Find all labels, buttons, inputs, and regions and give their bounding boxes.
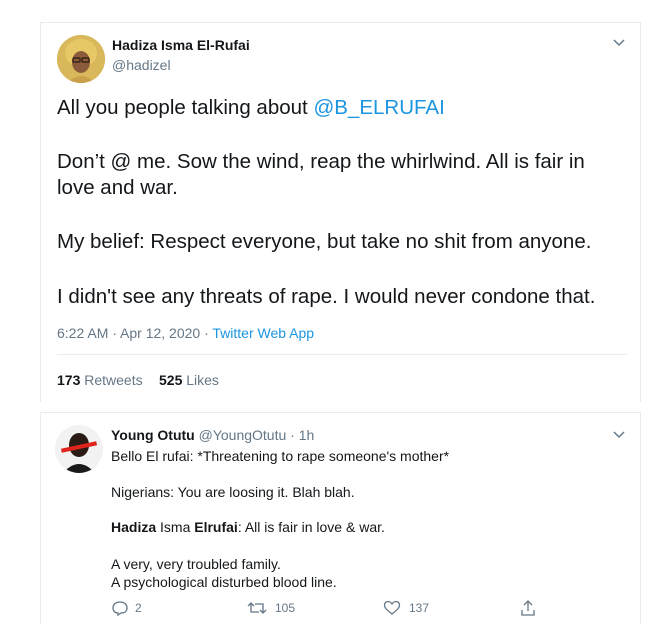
text-span: : All is fair in love & war. [237, 519, 385, 535]
retweets-count: 173 [57, 372, 81, 388]
mention-link[interactable]: @B_ELRUFAI [313, 96, 444, 119]
likes-label: Likes [186, 372, 219, 388]
retweet-icon [247, 600, 267, 616]
tweet-header: Young Otutu @YoungOtutu · 1h [111, 427, 314, 443]
retweets-label: Retweets [84, 372, 143, 388]
reply-action[interactable]: 2 [111, 600, 142, 616]
divider [57, 354, 627, 355]
likes-count: 525 [159, 372, 183, 388]
like-icon [383, 600, 401, 616]
tweet-timestamp: 6:22 AM · Apr 12, 2020 · Twitter Web App [57, 325, 314, 341]
bold-word-elrufai: Elrufai [194, 519, 238, 535]
author-name[interactable]: Young Otutu [111, 427, 195, 443]
retweet-action[interactable]: 105 [247, 600, 295, 616]
bold-word-hadiza: Hadiza [111, 519, 157, 535]
tweet-time[interactable]: · 1h [290, 427, 314, 443]
author-name[interactable]: Hadiza Isma El-Rufai [112, 37, 250, 53]
timestamp-text[interactable]: 6:22 AM · Apr 12, 2020 · [57, 325, 212, 341]
share-action[interactable] [519, 599, 537, 617]
like-action[interactable]: 137 [383, 600, 429, 616]
tweet-text-line5: I didn't see any threats of rape. I woul… [57, 285, 596, 308]
source-app-link[interactable]: Twitter Web App [212, 325, 314, 341]
likes-stat[interactable]: 525 Likes [159, 372, 219, 388]
reply-count: 2 [135, 601, 142, 615]
tweet-text-line3: love and war. [57, 176, 178, 199]
tweet-text-line1: Bello El rufai: *Threatening to rape som… [111, 448, 450, 464]
author-handle[interactable]: @YoungOtutu [199, 427, 287, 443]
tweet-text-line3: Hadiza Isma Elrufai: All is fair in love… [111, 518, 385, 536]
tweet-text-line4: My belief: Respect everyone, but take no… [57, 230, 592, 253]
tweet-text-line2: Don’t @ me. Sow the wind, reap the whirl… [57, 150, 585, 173]
tweet-text: All you people talking about [57, 96, 314, 119]
chevron-down-icon[interactable] [613, 39, 625, 47]
tweet-text-line4: A very, very troubled family. [111, 556, 281, 572]
tweet-text-line1: All you people talking about @B_ELRUFAI [57, 95, 445, 121]
author-avatar[interactable] [57, 35, 105, 83]
chevron-down-icon[interactable] [613, 431, 625, 439]
tweet-text-line2: Nigerians: You are loosing it. Blah blah… [111, 484, 355, 500]
text-span: Isma [156, 519, 195, 535]
retweet-count: 105 [275, 601, 296, 615]
reply-icon [111, 600, 129, 616]
tweet-text-line5: A psychological disturbed blood line. [111, 574, 337, 590]
share-icon [519, 599, 537, 617]
author-handle[interactable]: @hadizel [112, 57, 171, 73]
like-count: 137 [409, 601, 430, 615]
main-tweet-card: Hadiza Isma El-Rufai @hadizel All you pe… [40, 22, 641, 402]
author-avatar[interactable] [55, 425, 103, 473]
retweets-stat[interactable]: 173 Retweets [57, 372, 143, 388]
reply-tweet-card[interactable]: Young Otutu @YoungOtutu · 1h Bello El ru… [40, 412, 641, 624]
